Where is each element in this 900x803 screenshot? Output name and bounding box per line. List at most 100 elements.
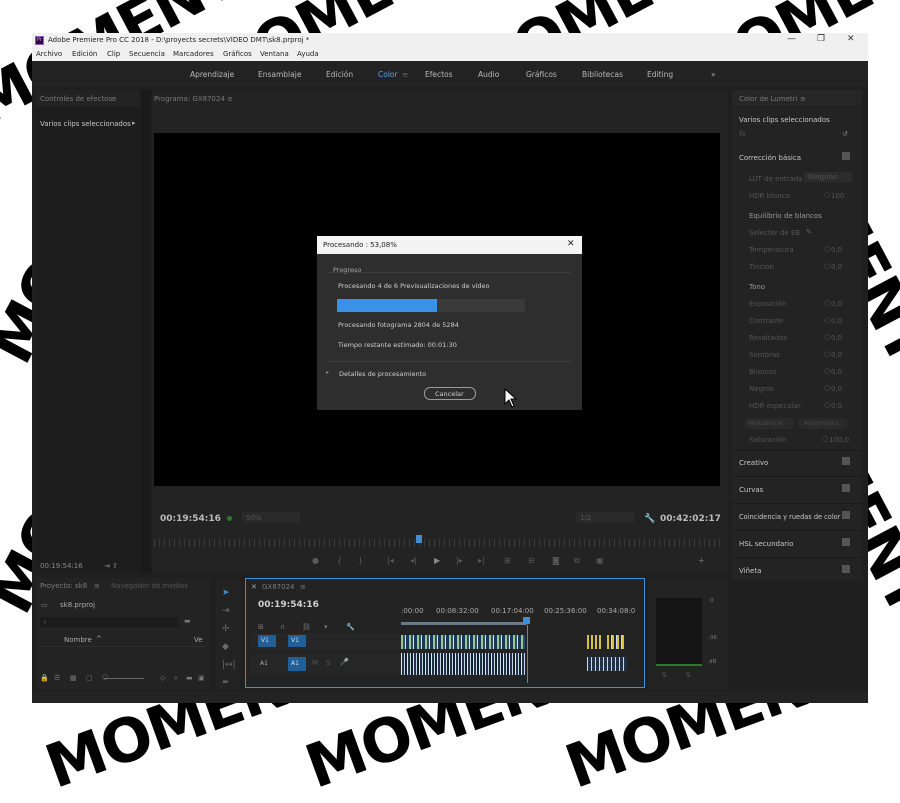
processing-details-toggle[interactable]: Detalles de procesamiento xyxy=(339,370,426,378)
tab-efectos[interactable]: Efectos xyxy=(425,70,453,79)
razor-tool-icon[interactable]: ◆ xyxy=(222,642,229,652)
timeline-ruler[interactable]: :00:00 00:08:32:00 00:17:04:00 00:25:36:… xyxy=(401,607,635,627)
basic-correction-checkbox[interactable] xyxy=(842,152,850,160)
expand-arrow-icon[interactable]: ▸ xyxy=(132,119,136,127)
reset-button[interactable]: Restablecer xyxy=(744,418,794,429)
tone-row-reset-icon[interactable]: ○ xyxy=(824,299,830,307)
list-view-icon[interactable]: ☰ xyxy=(54,674,60,682)
panel-menu-icon[interactable]: ≡ xyxy=(111,95,117,103)
timeline-settings-icon[interactable]: 🔧 xyxy=(346,623,355,631)
tab-editing[interactable]: Editing xyxy=(647,70,673,79)
reset-effect-icon[interactable]: ↺ xyxy=(842,130,848,138)
go-to-out-icon[interactable]: ▸| xyxy=(478,556,485,565)
quality-select[interactable]: 1/2 xyxy=(576,512,634,523)
panel-menu-icon[interactable]: ≡ xyxy=(227,95,233,103)
new-bin-icon[interactable]: ▬ xyxy=(184,617,191,625)
details-expand-icon[interactable]: ▸ xyxy=(326,369,329,376)
playhead-marker[interactable] xyxy=(416,535,422,543)
eyedropper-icon[interactable]: ✎ xyxy=(806,228,812,236)
ripple-edit-tool-icon[interactable]: ✢ xyxy=(222,624,230,634)
effects-controls-timecode[interactable]: 00:19:54:16 xyxy=(40,562,83,570)
program-monitor-title[interactable]: Programa: GX87024 xyxy=(154,95,225,103)
tone-row-reset-icon[interactable]: ○ xyxy=(824,367,830,375)
close-sequence-icon[interactable]: ✕ xyxy=(251,583,257,591)
tab-color[interactable]: Color xyxy=(378,70,398,79)
dialog-close-button[interactable]: ✕ xyxy=(567,239,575,249)
panel-menu-icon[interactable]: ≡ xyxy=(300,583,306,591)
lut-select[interactable]: Ninguno xyxy=(804,172,852,182)
video-clip-yellow[interactable] xyxy=(587,635,601,649)
tone-row-reset-icon[interactable]: ○ xyxy=(824,316,830,324)
section-vignette-checkbox[interactable] xyxy=(842,565,850,573)
tone-row-reset-icon[interactable]: ○ xyxy=(824,350,830,358)
section-color-wheels[interactable]: Coincidencia y ruedas de color xyxy=(739,513,840,521)
section-curves[interactable]: Curvas xyxy=(739,486,763,494)
new-item-icon[interactable]: ▣ xyxy=(198,674,205,682)
track-a1-button[interactable]: A1 xyxy=(288,657,306,671)
tone-row-value[interactable]: 0,0 xyxy=(831,368,842,376)
export-frame-icon[interactable]: ◙ xyxy=(552,556,560,565)
maximize-button[interactable]: ❐ xyxy=(817,34,825,44)
video-track-v1[interactable] xyxy=(401,635,631,649)
video-clip-yellow[interactable] xyxy=(607,635,625,649)
menu-ventana[interactable]: Ventana xyxy=(260,50,289,58)
tone-row-reset-icon[interactable]: ○ xyxy=(824,333,830,341)
menu-marcadores[interactable]: Marcadores xyxy=(173,50,214,58)
lift-icon[interactable]: ⊞ xyxy=(504,556,511,565)
tone-row-value[interactable]: 0,0 xyxy=(831,351,842,359)
tone-row-value[interactable]: 0,0 xyxy=(831,385,842,393)
tone-row-reset-icon[interactable]: ○ xyxy=(824,401,830,409)
step-forward-icon[interactable]: |▸ xyxy=(456,556,463,565)
zoom-slider-handle-icon[interactable]: ○ xyxy=(102,673,108,681)
effects-controls-title[interactable]: Controles de efectos xyxy=(40,95,112,103)
section-hsl-checkbox[interactable] xyxy=(842,538,850,546)
section-color-wheels-checkbox[interactable] xyxy=(842,511,850,519)
minimize-button[interactable]: — xyxy=(787,34,796,44)
basic-correction-title[interactable]: Corrección básica xyxy=(739,154,801,162)
icon-view-icon[interactable]: ▦ xyxy=(70,674,77,682)
microphone-icon[interactable]: 🎤 xyxy=(340,658,349,666)
add-button-icon[interactable]: + xyxy=(698,556,705,565)
go-to-in-icon[interactable]: |◂ xyxy=(387,556,394,565)
program-timecode-current[interactable]: 00:19:54:16 xyxy=(160,514,221,524)
tab-aprendizaje[interactable]: Aprendizaje xyxy=(190,70,234,79)
project-search-input[interactable] xyxy=(40,617,178,627)
section-vignette[interactable]: Viñeta xyxy=(739,567,761,575)
find-icon[interactable]: ⌕ xyxy=(174,674,178,683)
toggle-overlay-icon[interactable]: ▣ xyxy=(596,556,604,565)
solo-left-icon[interactable]: S xyxy=(662,671,666,679)
audio-clips-strip[interactable] xyxy=(401,653,525,675)
play-icon[interactable]: ▶ xyxy=(434,556,440,565)
sort-icon[interactable]: ◇ xyxy=(160,674,165,682)
tint-value[interactable]: 0,0 xyxy=(831,263,842,271)
track-v1-button[interactable]: V1 xyxy=(288,635,306,647)
name-column-header[interactable]: Nombre xyxy=(64,636,92,644)
project-tab[interactable]: Proyecto: sk8 xyxy=(40,582,87,590)
menu-ayuda[interactable]: Ayuda xyxy=(297,50,319,58)
tone-row-value[interactable]: 0,0 xyxy=(831,334,842,342)
media-browser-tab[interactable]: Navegador de medios xyxy=(111,582,188,590)
lock-icon[interactable]: 🔒 xyxy=(40,674,49,682)
tint-reset-icon[interactable]: ○ xyxy=(824,262,830,270)
add-marker-icon[interactable]: ● xyxy=(312,556,319,565)
compare-view-icon[interactable]: ⧉ xyxy=(574,556,580,566)
source-a1-label[interactable]: A1 xyxy=(260,660,268,667)
temperature-value[interactable]: 0,0 xyxy=(831,246,842,254)
second-column-header[interactable]: Ve xyxy=(194,636,203,644)
section-creative-checkbox[interactable] xyxy=(842,457,850,465)
auto-button[interactable]: Automático xyxy=(798,418,848,429)
selection-tool-icon[interactable]: ➤ xyxy=(222,588,230,598)
freeform-view-icon[interactable]: ▢ xyxy=(86,674,93,682)
section-creative[interactable]: Creativo xyxy=(739,459,768,467)
hdr-white-reset-icon[interactable]: ○ xyxy=(824,191,830,199)
solo-right-icon[interactable]: S xyxy=(686,671,690,679)
step-back-icon[interactable]: ◂| xyxy=(410,556,417,565)
timeline-timecode[interactable]: 00:19:54:16 xyxy=(258,600,319,610)
close-window-button[interactable]: ✕ xyxy=(847,34,855,44)
source-target-v1[interactable]: V1 xyxy=(258,635,276,647)
audio-clip[interactable] xyxy=(587,657,627,671)
tab-bibliotecas[interactable]: Bibliotecas xyxy=(582,70,623,79)
tab-ensamblaje[interactable]: Ensamblaje xyxy=(258,70,301,79)
track-select-tool-icon[interactable]: ⇥ xyxy=(222,606,230,616)
menu-clip[interactable]: Clip xyxy=(107,50,120,58)
